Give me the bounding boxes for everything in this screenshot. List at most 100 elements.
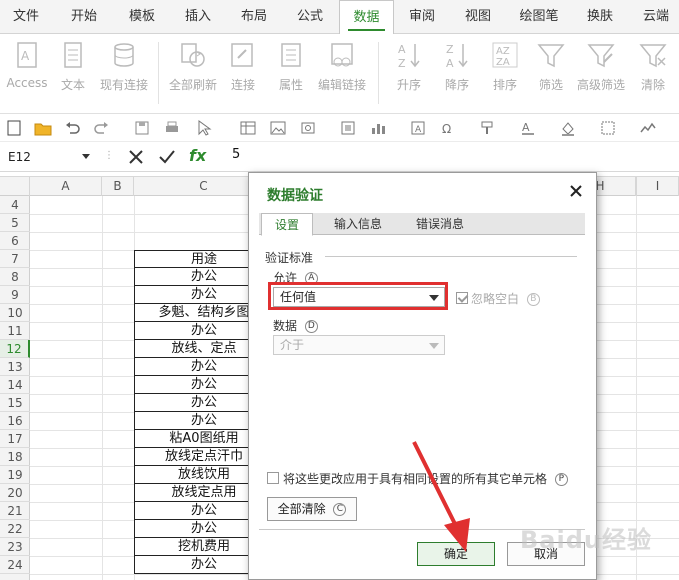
row-header[interactable]: 5: [0, 214, 30, 232]
menu-tab-data[interactable]: 数据: [339, 0, 394, 35]
existing-connection-button[interactable]: 现有连接: [96, 38, 152, 108]
ignore-blank-hotkey: B: [526, 293, 540, 306]
row-header[interactable]: 19: [0, 466, 30, 484]
row-header-bar: 4 5 6 7 8 9 10 11 12 13 14 15 16 17 18 19 20 21 22 23 24: [0, 196, 30, 580]
menu-tab-home[interactable]: 开始: [58, 0, 110, 34]
row-header[interactable]: 24: [0, 556, 30, 574]
row-header[interactable]: 21: [0, 502, 30, 520]
symbol-icon[interactable]: Ω: [440, 120, 456, 136]
sparkline-icon[interactable]: [640, 120, 656, 136]
menu-tab-file[interactable]: 文件: [0, 0, 52, 34]
insert-function-button[interactable]: fx: [189, 146, 206, 165]
criteria-heading: 验证标准: [265, 251, 314, 265]
menu-tab-template[interactable]: 模板: [116, 0, 168, 34]
row-header[interactable]: 7: [0, 250, 30, 268]
menu-tab-formula[interactable]: 公式: [284, 0, 336, 34]
row-header[interactable]: 8: [0, 268, 30, 286]
svg-text:ZA: ZA: [496, 57, 510, 68]
dialog-title: 数据验证: [267, 188, 323, 204]
shape-icon[interactable]: [340, 120, 356, 136]
row-header[interactable]: 11: [0, 322, 30, 340]
drag-handle-icon[interactable]: ⋮: [104, 150, 114, 161]
refresh-all-button[interactable]: 全部刷新: [164, 38, 222, 108]
chevron-down-icon: [429, 343, 439, 349]
sort-descending-button[interactable]: ZA 降序: [430, 38, 484, 108]
confirm-entry-icon[interactable]: [158, 149, 176, 165]
row-header[interactable]: 23: [0, 538, 30, 556]
tab-input-message[interactable]: 输入信息: [323, 213, 393, 235]
chart-icon[interactable]: [370, 120, 386, 136]
menu-tab-cloud[interactable]: 云端: [630, 0, 679, 34]
sort-ascending-button[interactable]: AZ 升序: [382, 38, 436, 108]
row-header[interactable]: 14: [0, 376, 30, 394]
svg-text:A: A: [415, 125, 422, 135]
row-header[interactable]: 22: [0, 520, 30, 538]
menu-bar: 文件 开始 模板 插入 布局 公式 数据 审阅 视图 绘图笔 换肤 云端: [0, 0, 679, 35]
menu-tab-draw[interactable]: 绘图笔: [508, 0, 570, 34]
screenshot-icon[interactable]: [300, 120, 316, 136]
row-header[interactable]: 13: [0, 358, 30, 376]
select-all-corner[interactable]: [0, 177, 30, 196]
column-header-i[interactable]: I: [636, 177, 679, 196]
row-header[interactable]: 12: [0, 340, 30, 358]
sort-descending-label: 降序: [444, 78, 469, 92]
undo-icon[interactable]: [64, 120, 80, 136]
tab-settings[interactable]: 设置: [261, 213, 313, 236]
redo-icon[interactable]: [94, 120, 110, 136]
apply-all-hotkey: P: [554, 473, 568, 486]
fill-color-icon[interactable]: [560, 120, 576, 136]
pointer-icon[interactable]: [196, 120, 212, 136]
print-icon[interactable]: [164, 120, 180, 136]
menu-tab-insert[interactable]: 插入: [172, 0, 224, 34]
row-header[interactable]: 16: [0, 412, 30, 430]
criteria-divider: [325, 256, 577, 257]
clear-all-button[interactable]: 全部清除 C: [267, 497, 357, 521]
row-header[interactable]: 9: [0, 286, 30, 304]
menu-tab-skin[interactable]: 换肤: [574, 0, 626, 34]
link-icon: [228, 40, 258, 70]
column-header-b[interactable]: B: [102, 177, 134, 196]
filter-button[interactable]: 筛选: [524, 38, 578, 108]
ignore-blank-checkbox[interactable]: [456, 292, 468, 304]
column-header-a[interactable]: A: [30, 177, 102, 196]
edit-links-button[interactable]: 编辑链接: [314, 38, 370, 108]
cancel-entry-icon[interactable]: [128, 149, 144, 165]
formula-input[interactable]: 5: [232, 147, 240, 162]
menu-tab-review[interactable]: 审阅: [396, 0, 448, 34]
data-hotkey: D: [304, 320, 318, 333]
advanced-filter-button[interactable]: 高级筛选: [574, 38, 628, 108]
name-box[interactable]: E12: [8, 147, 92, 167]
picture-icon[interactable]: [270, 120, 286, 136]
tab-error-alert[interactable]: 错误消息: [405, 213, 475, 235]
format-painter-icon[interactable]: [480, 120, 496, 136]
grid-line: [102, 196, 103, 580]
table-icon[interactable]: [240, 120, 256, 136]
open-folder-icon[interactable]: [34, 120, 52, 136]
svg-text:A: A: [398, 43, 406, 56]
properties-button[interactable]: 属性: [264, 38, 318, 108]
menu-tab-layout[interactable]: 布局: [228, 0, 280, 34]
chevron-down-icon[interactable]: [82, 154, 90, 159]
row-header[interactable]: 6: [0, 232, 30, 250]
menu-tab-view[interactable]: 视图: [452, 0, 504, 34]
svg-text:Z: Z: [398, 57, 406, 70]
row-header[interactable]: 4: [0, 196, 30, 214]
close-icon[interactable]: [568, 183, 584, 199]
row-header[interactable]: 10: [0, 304, 30, 322]
apply-all-checkbox[interactable]: [267, 472, 279, 484]
border-icon[interactable]: [600, 120, 616, 136]
row-header[interactable]: 15: [0, 394, 30, 412]
font-color-icon[interactable]: A: [520, 120, 536, 136]
edit-links-icon: [327, 40, 357, 70]
text-import-button[interactable]: 文本: [46, 38, 100, 108]
clear-filter-button[interactable]: 清除: [626, 38, 679, 108]
text-box-icon[interactable]: A: [410, 120, 426, 136]
row-header[interactable]: 18: [0, 448, 30, 466]
row-header[interactable]: 20: [0, 484, 30, 502]
new-document-icon[interactable]: [6, 120, 22, 136]
svg-text:Ω: Ω: [442, 122, 451, 136]
data-operator-select[interactable]: 介于: [273, 335, 445, 355]
row-header[interactable]: 17: [0, 430, 30, 448]
save-icon[interactable]: [134, 120, 150, 136]
connections-button[interactable]: 连接: [216, 38, 270, 108]
